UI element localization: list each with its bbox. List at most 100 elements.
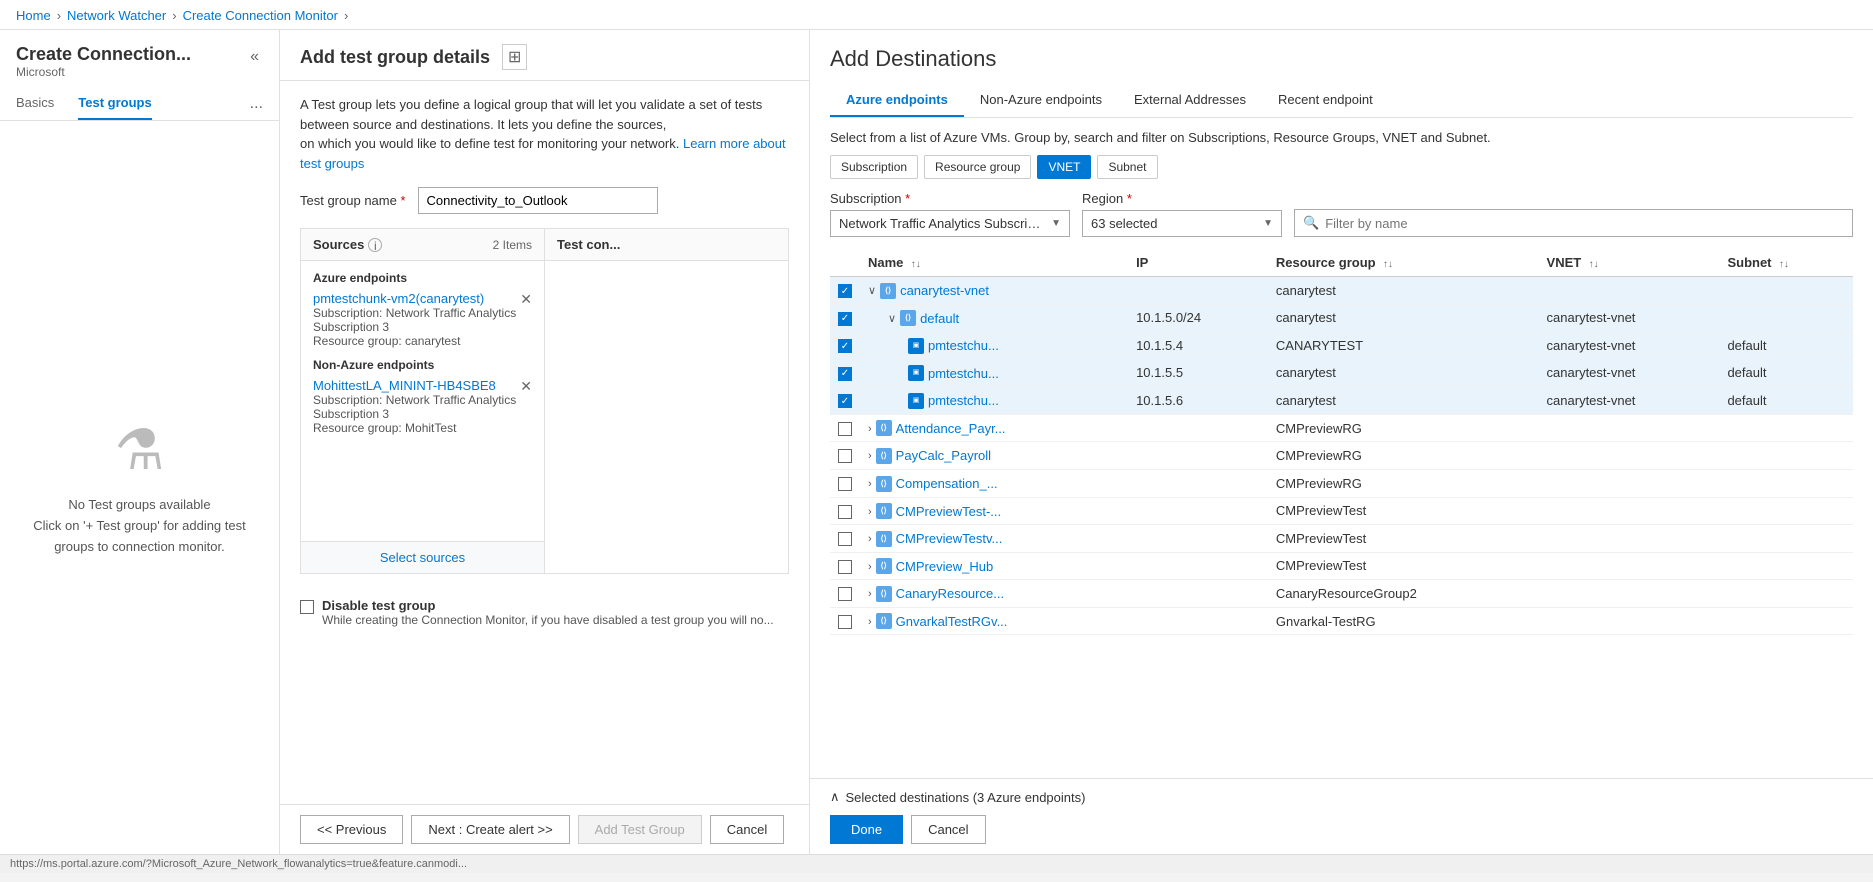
row-checkbox[interactable] bbox=[838, 560, 852, 574]
expand-btn[interactable]: ∨ bbox=[868, 285, 876, 297]
row-vnet bbox=[1539, 414, 1720, 442]
sidebar-empty-text: No Test groups available Click on '+ Tes… bbox=[33, 495, 245, 557]
vnet-icon: ⟨⟩ bbox=[876, 613, 892, 629]
sidebar-collapse-btn[interactable]: « bbox=[246, 44, 263, 70]
row-name-link[interactable]: GnvarkalTestRGv... bbox=[896, 614, 1008, 629]
row-vnet: canarytest-vnet bbox=[1539, 387, 1720, 415]
row-name-link[interactable]: PayCalc_Payroll bbox=[896, 448, 991, 463]
tab-non-azure-endpoints[interactable]: Non-Azure endpoints bbox=[964, 84, 1118, 117]
row-vnet: canarytest-vnet bbox=[1539, 304, 1720, 332]
breadcrumb-network-watcher[interactable]: Network Watcher bbox=[67, 8, 166, 23]
expand-btn[interactable]: › bbox=[868, 423, 872, 435]
source-item-azure: ✕ pmtestchunk-vm2(canarytest) Subscripti… bbox=[313, 291, 532, 348]
row-name-link[interactable]: CMPreviewTestv... bbox=[896, 531, 1003, 546]
source-close-non-azure[interactable]: ✕ bbox=[520, 378, 532, 395]
expand-btn[interactable]: › bbox=[868, 506, 872, 518]
filter-input-group: 🔍 bbox=[1294, 209, 1853, 237]
row-name-link[interactable]: Compensation_... bbox=[896, 476, 998, 491]
main-title: Add test group details bbox=[300, 47, 490, 68]
expand-btn[interactable]: › bbox=[868, 533, 872, 545]
tab-external-addresses[interactable]: External Addresses bbox=[1118, 84, 1262, 117]
flask-icon: ⚗ bbox=[114, 417, 164, 483]
expand-btn[interactable]: ∨ bbox=[888, 313, 896, 325]
sidebar-item-test-groups[interactable]: Test groups bbox=[78, 87, 151, 120]
row-resource-group: CanaryResourceGroup2 bbox=[1268, 580, 1539, 608]
test-group-name-input[interactable] bbox=[418, 187, 658, 214]
cancel-button[interactable]: Cancel bbox=[710, 815, 784, 844]
row-checkbox[interactable] bbox=[838, 449, 852, 463]
breadcrumb-home[interactable]: Home bbox=[16, 8, 51, 23]
add-test-group-button[interactable]: Add Test Group bbox=[578, 815, 702, 844]
row-checkbox[interactable]: ✓ bbox=[838, 312, 852, 326]
info-icon: i bbox=[368, 238, 382, 252]
col-name[interactable]: Name ↑↓ bbox=[860, 249, 1128, 277]
row-checkbox[interactable] bbox=[838, 615, 852, 629]
previous-button[interactable]: << Previous bbox=[300, 815, 403, 844]
test-config-panel: Test con... bbox=[545, 229, 788, 573]
tab-recent-endpoint[interactable]: Recent endpoint bbox=[1262, 84, 1389, 117]
sidebar-item-more[interactable]: ... bbox=[250, 95, 263, 113]
disable-group-checkbox[interactable] bbox=[300, 600, 314, 614]
row-checkbox[interactable]: ✓ bbox=[838, 339, 852, 353]
row-ip bbox=[1128, 414, 1268, 442]
clone-icon[interactable]: ⊞ bbox=[502, 44, 527, 70]
filter-by-name-input[interactable] bbox=[1325, 216, 1844, 231]
col-vnet[interactable]: VNET ↑↓ bbox=[1539, 249, 1720, 277]
row-name-link[interactable]: pmtestchu... bbox=[928, 393, 999, 408]
row-checkbox[interactable] bbox=[838, 505, 852, 519]
row-subnet: default bbox=[1719, 332, 1853, 360]
filter-vnet[interactable]: VNET bbox=[1037, 155, 1091, 179]
expand-btn[interactable]: › bbox=[868, 478, 872, 490]
row-checkbox[interactable] bbox=[838, 587, 852, 601]
row-resource-group: canarytest bbox=[1268, 304, 1539, 332]
row-ip bbox=[1128, 525, 1268, 553]
table-row: ✓▣pmtestchu...10.1.5.4CANARYTESTcanaryte… bbox=[830, 332, 1853, 360]
done-button[interactable]: Done bbox=[830, 815, 903, 844]
row-name-link[interactable]: default bbox=[920, 311, 959, 326]
next-button[interactable]: Next : Create alert >> bbox=[411, 815, 569, 844]
selected-summary[interactable]: ∧ Selected destinations (3 Azure endpoin… bbox=[830, 789, 1853, 805]
row-name-link[interactable]: pmtestchu... bbox=[928, 338, 999, 353]
expand-btn[interactable]: › bbox=[868, 588, 872, 600]
row-checkbox[interactable]: ✓ bbox=[838, 367, 852, 381]
learn-more-link[interactable]: Learn more about test groups bbox=[300, 136, 786, 171]
col-ip[interactable]: IP bbox=[1128, 249, 1268, 277]
row-name-link[interactable]: CMPreview_Hub bbox=[896, 559, 994, 574]
filter-subscription[interactable]: Subscription bbox=[830, 155, 918, 179]
region-dropdown[interactable]: 63 selected ▼ bbox=[1082, 210, 1282, 237]
row-checkbox[interactable] bbox=[838, 477, 852, 491]
sources-count: 2 Items bbox=[493, 238, 532, 252]
subscription-label: Subscription * bbox=[830, 191, 1070, 206]
row-checkbox[interactable] bbox=[838, 422, 852, 436]
row-subnet bbox=[1719, 469, 1853, 497]
rp-cancel-button[interactable]: Cancel bbox=[911, 815, 985, 844]
row-name-link[interactable]: CMPreviewTest-... bbox=[896, 504, 1001, 519]
expand-btn[interactable]: › bbox=[868, 561, 872, 573]
row-name-link[interactable]: Attendance_Payr... bbox=[896, 421, 1006, 436]
filter-resource-group[interactable]: Resource group bbox=[924, 155, 1031, 179]
row-name-link[interactable]: CanaryResource... bbox=[896, 586, 1004, 601]
expand-btn[interactable]: › bbox=[868, 450, 872, 462]
col-resource-group[interactable]: Resource group ↑↓ bbox=[1268, 249, 1539, 277]
source-name-azure[interactable]: pmtestchunk-vm2(canarytest) bbox=[313, 291, 484, 306]
row-checkbox[interactable]: ✓ bbox=[838, 394, 852, 408]
breadcrumb-sep-1: › bbox=[57, 8, 61, 23]
col-subnet[interactable]: Subnet ↑↓ bbox=[1719, 249, 1853, 277]
sidebar-nav: Basics Test groups ... bbox=[0, 87, 279, 121]
select-sources-btn[interactable]: Select sources bbox=[301, 541, 544, 573]
subscription-dropdown[interactable]: Network Traffic Analytics Subscriptio...… bbox=[830, 210, 1070, 237]
breadcrumb-create-connection-monitor[interactable]: Create Connection Monitor bbox=[183, 8, 338, 23]
row-checkbox[interactable]: ✓ bbox=[838, 284, 852, 298]
region-chevron: ▼ bbox=[1263, 218, 1273, 229]
tab-azure-endpoints[interactable]: Azure endpoints bbox=[830, 84, 964, 117]
source-name-non-azure[interactable]: MohittestLA_MININT-HB4SBE8 bbox=[313, 378, 496, 393]
row-name-link[interactable]: canarytest-vnet bbox=[900, 283, 989, 298]
row-name-link[interactable]: pmtestchu... bbox=[928, 366, 999, 381]
row-checkbox[interactable] bbox=[838, 532, 852, 546]
sources-body: Azure endpoints ✕ pmtestchunk-vm2(canary… bbox=[301, 261, 544, 541]
row-resource-group: canarytest bbox=[1268, 387, 1539, 415]
sidebar-item-basics[interactable]: Basics bbox=[16, 87, 54, 120]
expand-btn[interactable]: › bbox=[868, 616, 872, 628]
source-close-azure[interactable]: ✕ bbox=[520, 291, 532, 308]
filter-subnet[interactable]: Subnet bbox=[1097, 155, 1157, 179]
